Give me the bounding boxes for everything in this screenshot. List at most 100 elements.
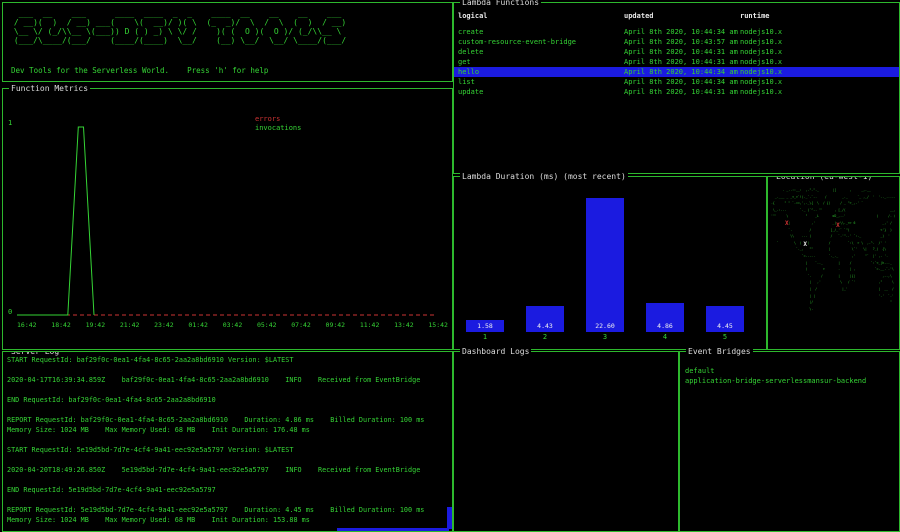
x-tick-label: 11:42 — [359, 321, 380, 329]
table-row[interactable]: update April 8th 2020, 10:44:31 am nodejs1… — [454, 87, 899, 97]
log-blank-line — [7, 435, 443, 445]
location-map-panel: Location (eu-west-1) . _..::__: ,-"-"._ … — [767, 176, 900, 350]
cell-updated: April 8th 2020, 10:43:57 am — [624, 38, 738, 46]
x-tick-label: 05:42 — [256, 321, 277, 329]
cell-updated: April 8th 2020, 10:44:34 am — [624, 78, 738, 86]
metrics-line-chart — [17, 126, 437, 316]
duration-bar: 22.60 — [586, 198, 624, 332]
bar-tick-label: 1 — [482, 333, 488, 341]
x-tick-label: 07:42 — [291, 321, 311, 329]
column-header-updated: updated — [624, 12, 654, 20]
cell-runtime: nodejs10.x — [740, 88, 783, 96]
bar-column: 22.60 3 — [586, 189, 624, 343]
horizontal-scrollbar-thumb[interactable] — [337, 528, 449, 531]
table-row[interactable]: custom-resource-event-bridge April 8th 20… — [454, 37, 899, 47]
x-tick-label: 01:42 — [188, 321, 208, 329]
cell-runtime: nodejs10.x — [740, 48, 783, 56]
log-line: START RequestId: baf29f0c-0ea1-4fa4-8c65… — [7, 356, 294, 364]
duration-bar: 4.45 — [706, 306, 744, 332]
table-row[interactable]: delete April 8th 2020, 10:44:31 am nodejs1… — [454, 47, 899, 57]
log-line: REPORT RequestId: baf29f0c-0ea1-4fa4-8c6… — [7, 416, 441, 434]
bar-tick-label: 3 — [602, 333, 608, 341]
cell-updated: April 8th 2020, 10:44:34 am — [624, 28, 738, 36]
cell-runtime: nodejs10.x — [740, 28, 783, 36]
duration-bar: 4.43 — [526, 306, 564, 332]
cell-logical: create — [458, 28, 484, 36]
lambda-duration-panel: Lambda Duration (ms) (most recent) 1.58 1… — [453, 171, 767, 350]
logo-panel: ___ __ ___ ____ ____ _ _ ____ __ __ __ _… — [2, 2, 453, 82]
log-blank-line — [7, 365, 443, 375]
cell-logical: delete — [458, 48, 484, 56]
cell-runtime: nodejs10.x — [740, 58, 783, 66]
event-bridges-panel: Event Bridges default application-bridge-… — [679, 346, 900, 532]
column-header-runtime: runtime — [740, 12, 770, 20]
function-metrics-title: Function Metrics — [9, 83, 91, 94]
server-log-panel: Server Log START RequestId: baf29f0c-0ea… — [2, 351, 453, 532]
duration-bar: 4.86 — [646, 303, 684, 332]
log-line: 2020-04-20T18:49:26.850Z 5e19d5bd-7d7e-4… — [7, 466, 421, 474]
lambda-duration-title: Lambda Duration (ms) (most recent) — [460, 171, 628, 182]
cell-logical: get — [458, 58, 471, 66]
bar-tick-label: 4 — [662, 333, 668, 341]
cell-logical: list — [458, 78, 475, 86]
functions-table-body: create April 8th 2020, 10:44:34 am nodejs1… — [454, 27, 899, 97]
sls-dev-tools-ascii-logo: ___ __ ___ ____ ____ _ _ ____ __ __ __ _… — [13, 9, 347, 45]
x-axis-labels: 16:42 18:42 19:42 21:42 23:42 01:42 03:42 05:42… — [17, 321, 448, 329]
x-tick-label: 21:42 — [119, 321, 140, 329]
log-blank-line — [7, 405, 443, 415]
event-bridges-title: Event Bridges — [686, 346, 753, 357]
cell-runtime: nodejs10.x — [740, 38, 783, 46]
bar-column: 4.45 5 — [706, 189, 744, 343]
bar-value-label: 4.45 — [717, 322, 733, 330]
x-tick-label: 23:42 — [154, 321, 174, 329]
cell-runtime: nodejs10.x — [740, 78, 783, 86]
map-marker: X — [836, 221, 840, 229]
bar-value-label: 1.58 — [477, 322, 493, 330]
bar-value-label: 4.86 — [657, 322, 673, 330]
table-row[interactable]: create April 8th 2020, 10:44:34 am nodejs1… — [454, 27, 899, 37]
event-bridge-item[interactable]: application-bridge-serverlessmansur-back… — [685, 376, 895, 386]
event-bridge-item[interactable]: default — [685, 366, 895, 376]
dashboard-logs-title: Dashboard Logs — [460, 346, 532, 357]
vertical-scrollbar-thumb[interactable] — [447, 507, 452, 529]
server-log-lines: START RequestId: baf29f0c-0ea1-4fa4-8c65… — [7, 355, 443, 525]
x-tick-label: 19:42 — [85, 321, 106, 329]
dashboard-logs-panel: Dashboard Logs — [453, 346, 679, 532]
x-tick-label: 16:42 — [17, 321, 37, 329]
map-marker: X — [803, 240, 807, 248]
table-row[interactable]: list April 8th 2020, 10:44:34 am nodejs10.… — [454, 77, 899, 87]
log-line: START RequestId: 5e19d5bd-7d7e-4cf4-9a41… — [7, 446, 294, 454]
log-line: END RequestId: baf29f0c-0ea1-4fa4-8c65-2… — [7, 396, 216, 404]
log-blank-line — [7, 385, 443, 395]
log-blank-line — [7, 455, 443, 465]
duration-bar: 1.58 — [466, 320, 504, 332]
table-header: logical updated runtime — [454, 11, 899, 21]
bar-column: 1.58 1 — [466, 189, 504, 343]
map-marker: X — [785, 220, 789, 227]
cell-updated: April 8th 2020, 10:44:31 am — [624, 88, 738, 96]
function-metrics-panel: Function Metrics 1 0 errors invocations … — [2, 83, 453, 350]
tagline: Dev Tools for the Serverless World. Pres… — [11, 66, 269, 75]
cell-logical: custom-resource-event-bridge — [458, 38, 577, 46]
cell-logical: update — [458, 88, 484, 96]
log-blank-line — [7, 495, 443, 505]
series-invocations — [17, 126, 95, 316]
x-tick-label: 15:42 — [428, 321, 448, 329]
cell-logical: hello — [458, 68, 480, 76]
table-row[interactable]: hello April 8th 2020, 10:44:34 am nodejs10… — [454, 67, 899, 77]
x-tick-label: 03:42 — [222, 321, 243, 329]
bar-tick-label: 5 — [722, 333, 728, 341]
bar-tick-label: 2 — [542, 333, 548, 341]
duration-bar-chart: 1.58 1 4.43 2 22.60 3 4.86 4 4.45 5 — [466, 189, 758, 343]
lambda-functions-title: Lambda Functions — [460, 0, 542, 8]
x-tick-label: 13:42 — [394, 321, 414, 329]
bar-value-label: 22.60 — [595, 322, 615, 330]
lambda-functions-panel: Lambda Functions logical updated runtime… — [453, 0, 900, 174]
map-markers-layer: X X X — [768, 177, 899, 349]
table-row[interactable]: get April 8th 2020, 10:44:31 am nodejs10.x — [454, 57, 899, 67]
cell-runtime: nodejs10.x — [740, 68, 783, 76]
log-line: END RequestId: 5e19d5bd-7d7e-4cf4-9a41-e… — [7, 486, 216, 494]
bar-value-label: 4.43 — [537, 322, 553, 330]
bar-column: 4.86 4 — [646, 189, 684, 343]
column-header-logical: logical — [458, 12, 488, 20]
